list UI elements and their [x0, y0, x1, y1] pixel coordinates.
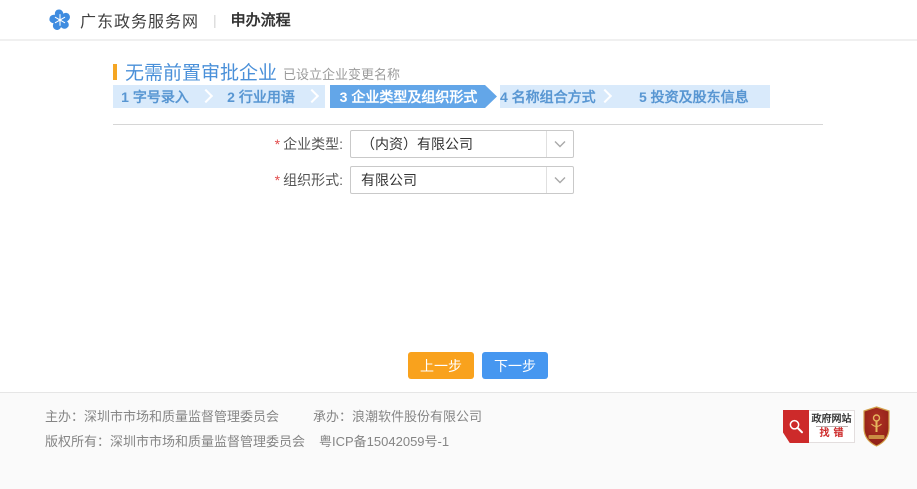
header-separator: |: [213, 12, 217, 28]
section-title: 申办流程: [231, 9, 291, 30]
org-form-row: *组织形式: 有限公司: [113, 166, 713, 194]
footer-line-2: 版权所有：深圳市市场和质量监督管理委员会粤ICP备15042059号-1: [45, 431, 449, 450]
content-divider: [113, 124, 823, 125]
error-badge-text: 政府网站 找错: [809, 410, 855, 443]
website-error-report-badge[interactable]: 政府网站 找错: [783, 410, 855, 443]
action-buttons: 上一步 下一步: [408, 352, 548, 379]
step-tab-1-label: 1 字号录入: [121, 87, 189, 107]
org-form-select[interactable]: 有限公司: [350, 166, 574, 194]
page-title: 无需前置审批企业: [125, 58, 277, 85]
footer-line-1: 主办：深圳市市场和质量监督管理委员会 承办：浪潮软件股份有限公司: [45, 406, 482, 425]
enterprise-type-select[interactable]: （内资）有限公司: [350, 130, 574, 158]
step-tab-5-label: 5 投资及股东信息: [639, 87, 749, 107]
page-subtitle: 已设立企业变更名称: [283, 64, 400, 83]
footer-icp: 粤ICP备15042059号-1: [319, 434, 449, 449]
step-tab-4-label: 4 名称组合方式: [500, 87, 596, 107]
brand-logo-icon[interactable]: [48, 8, 72, 32]
page-title-row: 无需前置审批企业 已设立企业变更名称: [113, 58, 400, 85]
required-marker: *: [275, 136, 280, 152]
step-tab-3-active[interactable]: 3 企业类型及组织形式: [330, 85, 497, 108]
step-chevron-separator-icon: [197, 85, 219, 108]
step-chevron-separator-icon: [596, 85, 618, 108]
footer-operator: 承办：浪潮软件股份有限公司: [313, 409, 482, 424]
footer-copyright: 版权所有：深圳市市场和质量监督管理委员会: [45, 434, 305, 449]
step-tab-2[interactable]: 2 行业用语: [219, 85, 303, 108]
org-form-label: *组织形式:: [113, 170, 350, 190]
org-form-value: 有限公司: [351, 170, 546, 190]
error-badge-flag: [783, 410, 809, 443]
step-tab-5[interactable]: 5 投资及股东信息: [618, 85, 770, 108]
step-chevron-separator-icon: [303, 85, 325, 108]
step-tab-4[interactable]: 4 名称组合方式: [500, 85, 596, 108]
step-tab-2-label: 2 行业用语: [227, 87, 295, 107]
enterprise-type-label-text: 企业类型:: [283, 136, 343, 152]
chevron-down-icon[interactable]: [546, 131, 573, 157]
step-tab-3-label: 3 企业类型及组织形式: [340, 87, 478, 107]
government-agency-badge-icon[interactable]: [862, 406, 891, 447]
required-marker: *: [275, 172, 280, 188]
org-form-label-text: 组织形式:: [283, 172, 343, 188]
chevron-down-icon[interactable]: [546, 167, 573, 193]
step-bar: 1 字号录入 2 行业用语 3 企业类型及组织形式 4 名称组合方式 5 投资及…: [113, 85, 770, 108]
title-accent-bar: [113, 64, 117, 80]
enterprise-type-value: （内资）有限公司: [351, 134, 546, 154]
step-tab-1[interactable]: 1 字号录入: [113, 85, 197, 108]
error-badge-line1: 政府网站: [812, 414, 852, 426]
footer-host: 主办：深圳市市场和质量监督管理委员会: [45, 409, 279, 424]
page-footer: 主办：深圳市市场和质量监督管理委员会 承办：浪潮软件股份有限公司 版权所有：深圳市…: [0, 392, 917, 489]
magnifier-icon: [787, 418, 805, 436]
prev-step-button[interactable]: 上一步: [408, 352, 474, 379]
error-badge-line2: 找错: [816, 426, 848, 440]
brand-name[interactable]: 广东政务服务网: [80, 8, 199, 32]
next-step-button[interactable]: 下一步: [482, 352, 548, 379]
app-header: 广东政务服务网 | 申办流程: [0, 0, 917, 41]
enterprise-type-label: *企业类型:: [113, 134, 350, 154]
enterprise-type-row: *企业类型: （内资）有限公司: [113, 130, 713, 158]
